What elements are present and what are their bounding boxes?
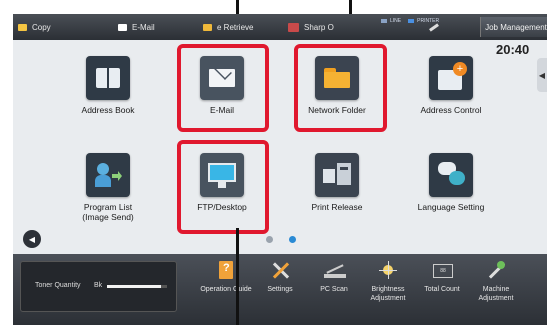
- pc-scan-label: PC Scan: [320, 286, 348, 293]
- sharp-icon: [288, 22, 299, 32]
- mode-retrieve[interactable]: e Retrieve: [203, 14, 253, 40]
- pc-scan-icon: [323, 259, 346, 281]
- tile-label: Print Release: [311, 202, 363, 212]
- highlight-email: [177, 44, 269, 132]
- program-list-icon: [86, 153, 130, 197]
- callout-line-ftp: [236, 228, 239, 325]
- mode-email[interactable]: E-Mail: [118, 14, 155, 40]
- pen-icon: [429, 23, 439, 32]
- mode-email-label: E-Mail: [132, 22, 155, 32]
- clock: 20:40: [496, 42, 530, 57]
- pc-scan-button[interactable]: PC Scan: [307, 259, 361, 294]
- machine-adjustment-label: Machine Adjustment: [478, 286, 514, 302]
- mode-retrieve-label: e Retrieve: [217, 22, 254, 32]
- chevron-left-icon: ◀: [28, 234, 36, 244]
- machine-adjustment-button[interactable]: Machine Adjustment: [469, 259, 523, 303]
- tile-label: Address Book: [81, 105, 135, 115]
- side-panel-tab[interactable]: ◀: [537, 58, 547, 92]
- page-back-button[interactable]: ◀: [23, 230, 41, 248]
- touch-panel-screen: Copy E-Mail e Retrieve Sharp O LINE PRIN…: [13, 14, 547, 325]
- total-count-button[interactable]: 88 Total Count: [415, 259, 469, 294]
- chevron-left-icon: ◀: [538, 70, 546, 80]
- page-dot-2[interactable]: [289, 236, 296, 243]
- toner-label: Toner Quantity: [35, 282, 81, 289]
- retrieve-icon: [203, 23, 212, 31]
- settings-button[interactable]: Settings: [253, 259, 307, 294]
- copy-icon: [18, 23, 27, 31]
- total-count-icon: 88: [431, 259, 453, 281]
- mode-copy-label: Copy: [32, 22, 51, 32]
- operation-guide-label: Operation Guide: [200, 286, 252, 293]
- total-count-label: Total Count: [424, 286, 460, 293]
- envelope-icon: [118, 23, 127, 31]
- toner-quantity-panel: Toner Quantity Bk: [20, 261, 177, 312]
- brightness-label: Brightness Adjustment: [370, 286, 406, 302]
- operation-guide-icon: ?: [215, 259, 237, 281]
- tile-program-list[interactable]: Program List (Image Send): [63, 153, 153, 222]
- toner-bar: [107, 285, 167, 288]
- tile-address-control[interactable]: + Address Control: [406, 56, 496, 115]
- operation-guide-button[interactable]: ? Operation Guide: [199, 259, 253, 294]
- toner-bar-fill: [107, 285, 161, 288]
- address-book-icon: [86, 56, 130, 100]
- highlight-ftp-desktop: [177, 140, 269, 234]
- brightness-icon: [377, 259, 399, 281]
- tile-label: Language Setting: [417, 202, 485, 212]
- mode-sharp[interactable]: Sharp O: [288, 14, 334, 40]
- machine-adjustment-icon: [485, 259, 507, 281]
- tile-language-setting[interactable]: Language Setting: [406, 153, 496, 212]
- print-release-icon: [315, 153, 359, 197]
- language-icon: [429, 153, 473, 197]
- toner-color: Bk: [94, 282, 103, 289]
- highlight-network-folder: [294, 44, 387, 132]
- settings-icon: [269, 259, 291, 281]
- tile-label: Address Control: [420, 105, 482, 115]
- status-line-label: LINE: [390, 18, 402, 24]
- tile-address-book[interactable]: Address Book: [63, 56, 153, 115]
- top-mode-bar: Copy E-Mail e Retrieve Sharp O LINE PRIN…: [13, 14, 547, 40]
- mode-copy[interactable]: Copy: [18, 14, 51, 40]
- job-management-button[interactable]: Job Management: [480, 17, 547, 37]
- tile-label: Program List (Image Send): [82, 202, 134, 222]
- brightness-adjustment-button[interactable]: Brightness Adjustment: [361, 259, 415, 303]
- settings-label: Settings: [267, 286, 293, 293]
- bottom-tool-bar: Toner Quantity Bk ? Operation Guide Sett…: [13, 254, 547, 325]
- address-control-icon: +: [429, 56, 473, 100]
- page-dot-1[interactable]: [266, 236, 273, 243]
- tile-print-release[interactable]: Print Release: [292, 153, 382, 212]
- mode-sharp-label: Sharp O: [304, 22, 334, 32]
